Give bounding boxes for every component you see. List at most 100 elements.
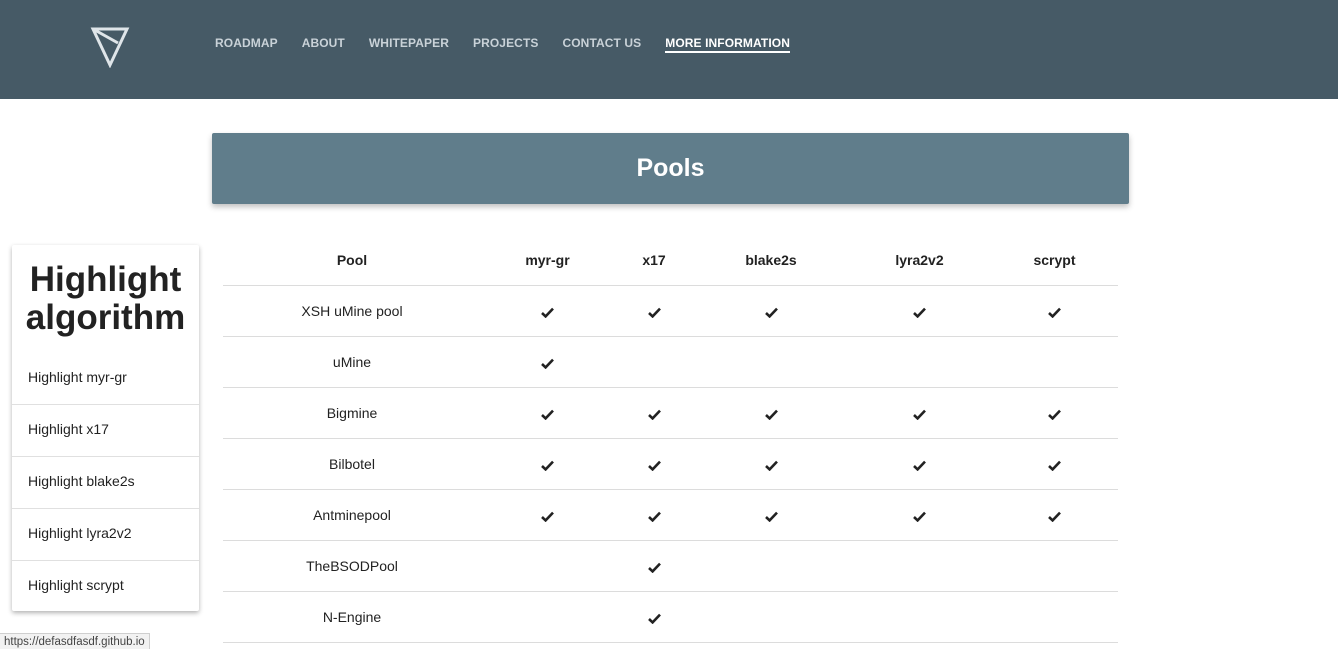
check-icon xyxy=(541,511,554,522)
highlight-item-label: Highlight lyra2v2 xyxy=(28,525,132,541)
algorithm-support-cell xyxy=(848,591,991,643)
check-icon xyxy=(541,307,554,318)
column-header: lyra2v2 xyxy=(848,234,991,286)
algorithm-support-cell xyxy=(694,285,848,337)
algorithm-support-cell xyxy=(848,336,991,388)
column-header: scrypt xyxy=(991,234,1118,286)
table-row: N-Engine xyxy=(223,591,1118,643)
algorithm-support-cell xyxy=(614,591,694,643)
table-row: Antminepool xyxy=(223,489,1118,541)
check-icon xyxy=(913,307,926,318)
column-header: Pool xyxy=(223,234,481,286)
pool-name-cell: TheBSODPool xyxy=(223,540,481,592)
highlight-myr-gr-item[interactable]: Highlight myr-gr xyxy=(12,352,199,405)
pool-name-cell: XSH uMine pool xyxy=(223,285,481,337)
nav-more-information-link[interactable]: MORE INFORMATION xyxy=(665,36,790,53)
status-bar-url: https://defasdfasdf.github.io xyxy=(0,633,150,649)
algorithm-support-cell xyxy=(848,540,991,592)
check-icon xyxy=(1048,409,1061,420)
algorithm-support-cell xyxy=(694,489,848,541)
check-icon xyxy=(1048,307,1061,318)
check-icon xyxy=(647,613,661,624)
column-header: blake2s xyxy=(694,234,848,286)
nav-about-link[interactable]: ABOUT xyxy=(302,36,345,53)
pool-name-cell: Antminepool xyxy=(223,489,481,541)
highlight-item-label: Highlight x17 xyxy=(28,421,109,437)
pool-name-cell: N-Engine xyxy=(223,591,481,643)
triangle-v-logo-icon[interactable] xyxy=(90,26,130,68)
algorithm-support-cell xyxy=(614,336,694,388)
algorithm-support-cell xyxy=(614,438,694,490)
check-icon xyxy=(541,358,554,369)
highlight-scrypt-item[interactable]: Highlight scrypt xyxy=(12,560,199,612)
highlight-x17-item[interactable]: Highlight x17 xyxy=(12,404,199,457)
pool-name-cell: Bigmine xyxy=(223,387,481,439)
algorithm-support-cell xyxy=(848,489,991,541)
algorithm-support-cell xyxy=(614,285,694,337)
pool-name-cell: Bilbotel xyxy=(223,438,481,490)
highlight-item-label: Highlight myr-gr xyxy=(28,369,127,385)
nav-contact-us-link[interactable]: CONTACT US xyxy=(562,36,641,53)
check-icon xyxy=(913,409,926,420)
nav-roadmap-link[interactable]: ROADMAP xyxy=(215,36,278,53)
check-icon xyxy=(647,307,661,318)
nav-projects-link[interactable]: PROJECTS xyxy=(473,36,538,53)
algorithm-support-cell xyxy=(481,387,614,439)
table-row: XSH uMine pool xyxy=(223,285,1118,337)
highlight-lyra2v2-item[interactable]: Highlight lyra2v2 xyxy=(12,508,199,561)
check-icon xyxy=(647,460,661,471)
table-row: Bigmine xyxy=(223,387,1118,439)
check-icon xyxy=(1048,511,1061,522)
algorithm-support-cell xyxy=(481,591,614,643)
algorithm-support-cell xyxy=(481,285,614,337)
algorithm-support-cell xyxy=(614,489,694,541)
algorithm-support-cell xyxy=(848,438,991,490)
table-body: XSH uMine pool uMine Bigmine Bilbotel Antmin… xyxy=(223,285,1118,643)
pools-header-card: Pools xyxy=(212,133,1129,204)
table-row: Bilbotel xyxy=(223,438,1118,490)
check-icon xyxy=(541,460,554,471)
algorithm-support-cell xyxy=(614,387,694,439)
check-icon xyxy=(764,409,778,420)
check-icon xyxy=(647,409,661,420)
algorithm-support-cell xyxy=(991,489,1118,541)
highlight-blake2s-item[interactable]: Highlight blake2s xyxy=(12,456,199,509)
algorithm-support-cell xyxy=(991,336,1118,388)
algorithm-support-cell xyxy=(991,438,1118,490)
algorithm-support-cell xyxy=(481,336,614,388)
algorithm-support-cell xyxy=(991,387,1118,439)
nav-whitepaper-link[interactable]: WHITEPAPER xyxy=(369,36,449,53)
algorithm-support-cell xyxy=(481,438,614,490)
check-icon xyxy=(913,511,926,522)
pool-name-cell: uMine xyxy=(223,336,481,388)
check-icon xyxy=(647,562,661,573)
algorithm-support-cell xyxy=(694,438,848,490)
table-row: TheBSODPool xyxy=(223,540,1118,592)
algorithm-support-cell xyxy=(991,591,1118,643)
panel-title: Highlight algorithm xyxy=(25,260,186,337)
top-navigation-bar: ROADMAP ABOUT WHITEPAPER PROJECTS CONTAC… xyxy=(0,0,1338,99)
check-icon xyxy=(913,460,926,471)
algorithm-support-cell xyxy=(848,285,991,337)
table-header-row: Pool myr-gr x17 blake2s lyra2v2 scrypt xyxy=(223,234,1118,286)
main-nav: ROADMAP ABOUT WHITEPAPER PROJECTS CONTAC… xyxy=(215,36,814,53)
algorithm-support-cell xyxy=(694,387,848,439)
highlight-item-label: Highlight scrypt xyxy=(28,577,124,593)
algorithm-support-cell xyxy=(694,336,848,388)
algorithm-support-cell xyxy=(481,540,614,592)
algorithm-support-cell xyxy=(694,540,848,592)
page-title: Pools xyxy=(636,154,705,182)
algorithm-support-cell xyxy=(694,591,848,643)
check-icon xyxy=(647,511,661,522)
check-icon xyxy=(764,511,778,522)
check-icon xyxy=(764,307,778,318)
highlight-item-label: Highlight blake2s xyxy=(28,473,135,489)
check-icon xyxy=(541,409,554,420)
check-icon xyxy=(1048,460,1061,471)
check-icon xyxy=(764,460,778,471)
column-header: myr-gr xyxy=(481,234,614,286)
algorithm-support-cell xyxy=(614,540,694,592)
algorithm-support-cell xyxy=(991,540,1118,592)
highlight-algorithm-panel: Highlight algorithm Highlight myr-gr Hig… xyxy=(12,245,199,611)
table-row: uMine xyxy=(223,336,1118,388)
